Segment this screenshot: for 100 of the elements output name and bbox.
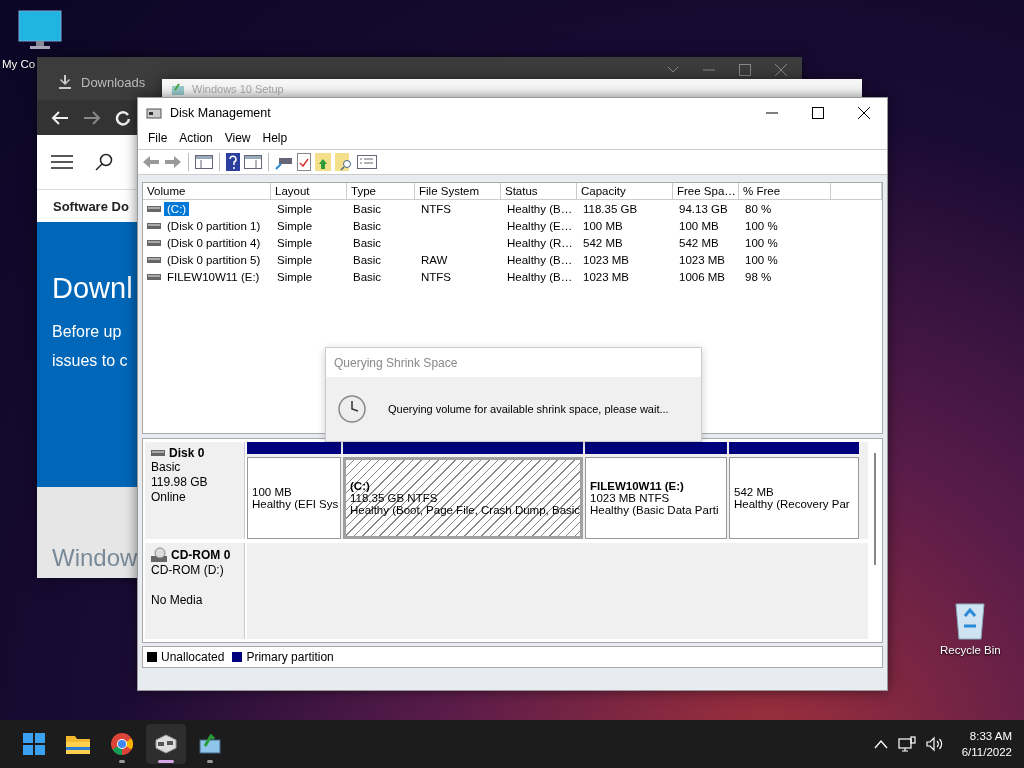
help-icon[interactable]	[226, 152, 240, 171]
banner-title: Downl	[52, 272, 133, 305]
banner-text: issues to c	[52, 351, 128, 371]
partition-block[interactable]: (C:) 118.35 GB NTFS Healthy (Boot, Page File, Crash Dump, Basic	[343, 457, 583, 539]
column-header[interactable]: Layout	[271, 183, 347, 200]
close-icon[interactable]	[774, 63, 788, 77]
table-cell-text: 98 %	[744, 270, 773, 283]
table-cell-text: NTFS	[420, 270, 453, 283]
console-tree-icon[interactable]	[195, 153, 213, 170]
clock-icon	[338, 395, 366, 423]
disk-name: Disk 0	[169, 446, 205, 460]
table-cell-text: 80 %	[744, 202, 773, 215]
table-cell-text: Basic	[352, 253, 383, 266]
forward-arrow-icon[interactable]	[83, 109, 101, 126]
menu-item[interactable]: File	[142, 130, 174, 145]
table-cell-text: Simple	[276, 236, 314, 249]
table-cell[interactable]: (Disk 0 partition 4)	[164, 235, 264, 250]
column-header[interactable]: Type	[347, 183, 415, 200]
table-cell-text: 1023 MB	[678, 253, 727, 266]
table-cell-text: 542 MB	[678, 236, 720, 249]
folder-up-icon[interactable]	[315, 152, 331, 171]
monitor-icon[interactable]	[18, 10, 62, 50]
footer-text: Window	[52, 544, 138, 572]
legend-label: Primary partition	[246, 650, 334, 664]
dialog-message: Querying volume for available shrink space, please wait...	[388, 403, 669, 415]
disk-drive-icon[interactable]	[154, 734, 178, 754]
setup-icon[interactable]	[199, 734, 221, 754]
menu-item[interactable]: Action	[173, 130, 219, 145]
start-icon[interactable]	[23, 733, 45, 755]
partition-status: Healthy (Basic Data Parti	[590, 503, 720, 516]
dialog-title: Querying Shrink Space	[334, 355, 458, 370]
volume-icon[interactable]	[925, 736, 944, 752]
column-header[interactable]: File System	[415, 183, 501, 200]
partition-block[interactable]: FILEW10W11 (E:) 1023 MB NTFS Healthy (Basic Data Parti	[585, 457, 727, 539]
partition-block[interactable]: 100 MB Healthy (EFI Sys	[247, 457, 341, 539]
chevron-up-icon[interactable]	[873, 739, 888, 749]
table-cell-text: Simple	[276, 202, 314, 215]
table-cell-text: Healthy (B…	[506, 202, 574, 215]
partition-size: 542 MB	[734, 485, 775, 498]
table-cell[interactable]: (Disk 0 partition 5)	[164, 252, 264, 267]
close-icon	[858, 106, 870, 119]
network-icon[interactable]	[897, 736, 916, 752]
folder-icon[interactable]	[66, 734, 90, 754]
table-cell-text: Basic	[352, 270, 383, 283]
partition-name: FILEW10W11 (E:)	[590, 479, 685, 492]
table-cell[interactable]: (Disk 0 partition 1)	[164, 218, 264, 233]
download-icon	[59, 75, 71, 89]
page-heading: Software Do	[53, 198, 129, 214]
clock[interactable]: 8:33 AM 6/11/2022	[961, 728, 1012, 760]
setup-icon	[172, 83, 184, 95]
table-cell[interactable]: FILEW10W11 (E:)	[164, 269, 263, 284]
menu-item[interactable]: Help	[256, 130, 294, 145]
menu-item[interactable]: View	[218, 130, 257, 145]
table-cell-text: Basic	[352, 236, 383, 249]
table-cell-text: 94.13 GB	[678, 202, 729, 215]
drive-icon	[151, 449, 167, 457]
back-arrow-icon[interactable]	[51, 109, 69, 126]
properties-icon[interactable]	[357, 154, 377, 169]
clock-date: 6/11/2022	[961, 745, 1012, 760]
disk-info: Basic	[151, 460, 182, 475]
partition-size: 100 MB	[252, 485, 293, 498]
desktop-icon-label[interactable]: Recycle Bin	[940, 644, 1001, 656]
table-cell-text: Simple	[276, 219, 314, 232]
column-header[interactable]: Volume	[143, 183, 271, 200]
table-cell-text: 100 %	[744, 219, 779, 232]
column-header[interactable]: Free Spa…	[673, 183, 739, 200]
table-cell-text: 100 %	[744, 253, 779, 266]
partition-status: Healthy (Recovery Par	[734, 497, 851, 510]
table-cell[interactable]: (C:)	[164, 201, 190, 216]
partition-size: 118.35 GB NTFS	[350, 491, 439, 504]
disk-info: CD-ROM (D:)	[151, 562, 225, 578]
cd-drive-icon	[151, 546, 169, 563]
table-cell-text: 1006 MB	[678, 270, 727, 283]
partition-block[interactable]: 542 MB Healthy (Recovery Par	[729, 457, 859, 539]
table-cell-text: 1023 MB	[582, 270, 631, 283]
folder-search-icon[interactable]	[335, 152, 353, 171]
table-cell-text: Healthy (E…	[506, 219, 574, 232]
forward-arrow-icon[interactable]	[164, 153, 182, 170]
table-cell-text: Healthy (R…	[506, 236, 574, 249]
desktop-icon-label[interactable]: My Co	[2, 58, 36, 70]
column-header[interactable]: % Free	[739, 183, 831, 200]
clock-time: 8:33 AM	[969, 729, 1012, 744]
drive-icon	[147, 205, 161, 212]
reload-icon[interactable]	[115, 109, 131, 126]
maximize-icon[interactable]	[738, 63, 752, 77]
maximize-icon	[812, 106, 824, 119]
banner-text: Before up	[52, 322, 122, 342]
menu-icon[interactable]	[51, 155, 73, 169]
checklist-icon[interactable]	[297, 152, 311, 171]
drive-icon	[147, 239, 161, 246]
table-cell-text: Simple	[276, 253, 314, 266]
browser-icon[interactable]	[111, 733, 133, 755]
search-icon[interactable]	[95, 153, 113, 171]
table-cell-text: 542 MB	[582, 236, 624, 249]
action-pane-icon[interactable]	[244, 153, 262, 170]
column-header[interactable]: Status	[501, 183, 577, 200]
table-cell-text: RAW	[420, 253, 449, 266]
taskbar-button[interactable]	[146, 724, 186, 764]
partition-name: (C:)	[350, 479, 371, 492]
column-header[interactable]: Capacity	[577, 183, 673, 200]
